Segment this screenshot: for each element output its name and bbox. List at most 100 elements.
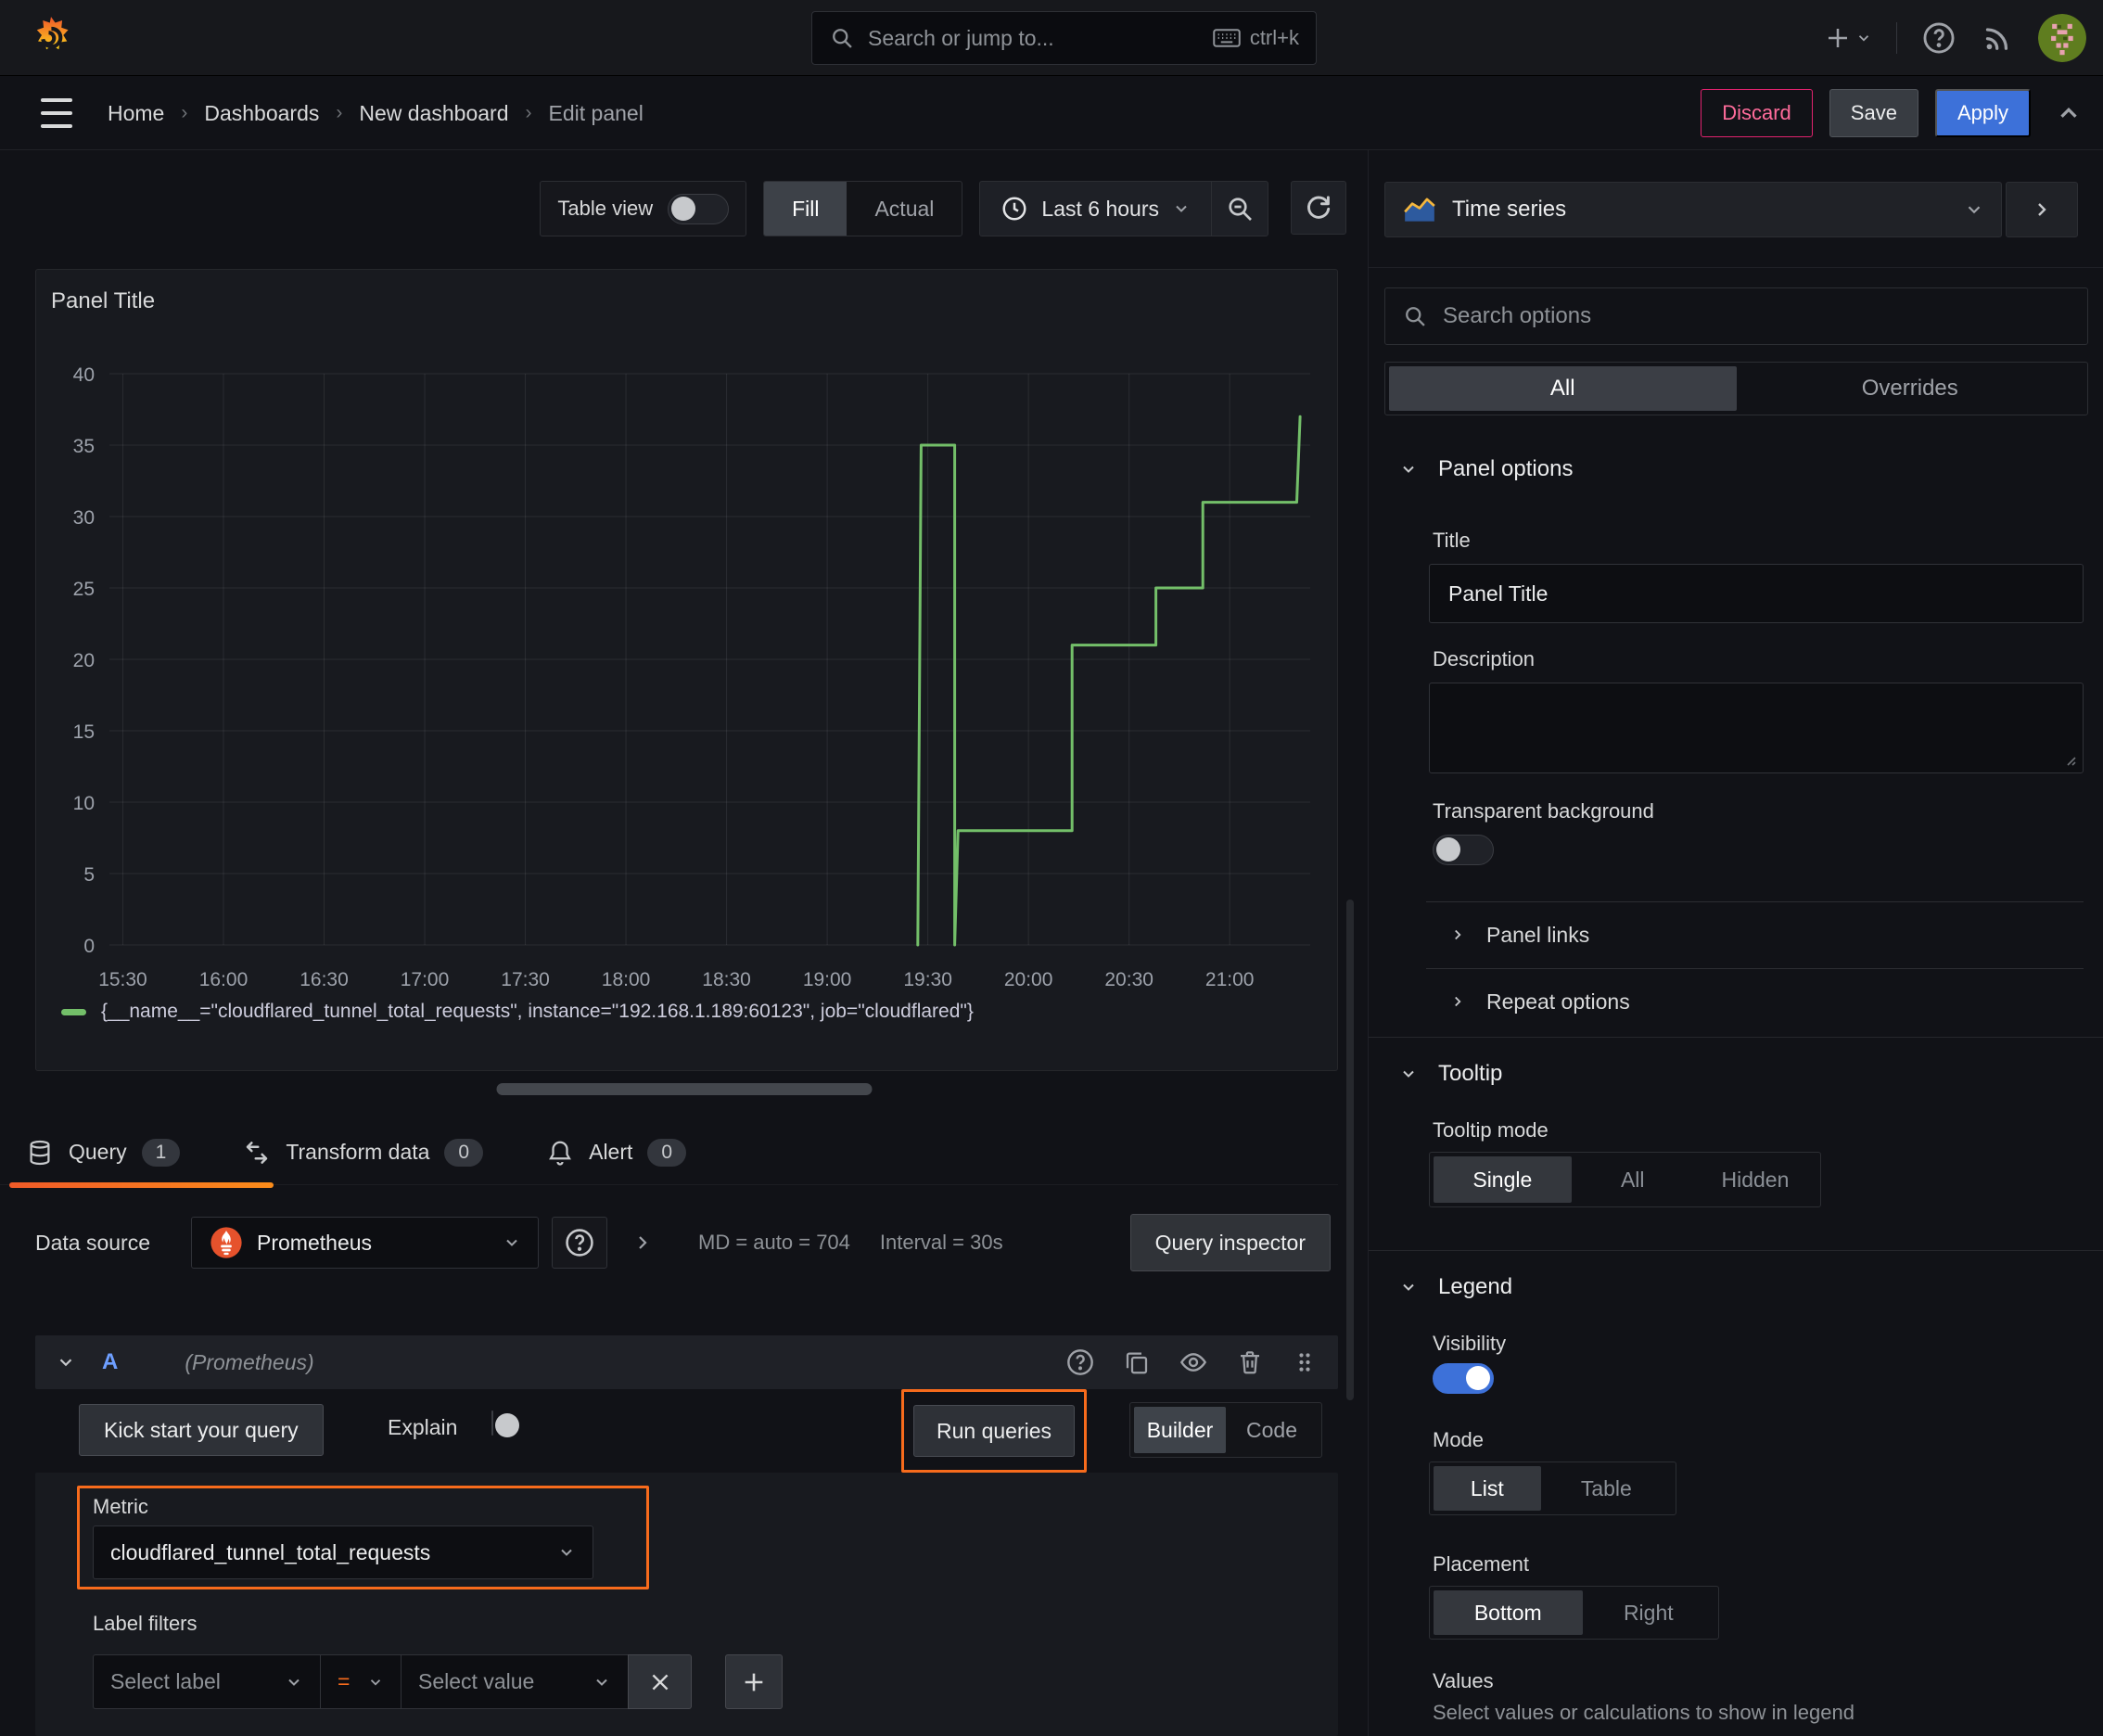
table-view-toggle[interactable] [668,193,730,224]
select-label-dropdown[interactable]: Select label [93,1654,320,1709]
remove-filter-icon[interactable] [628,1654,692,1709]
collapse-options-icon[interactable] [2055,99,2083,127]
time-range-picker[interactable]: Last 6 hours [980,182,1211,236]
svg-text:35: 35 [73,436,95,457]
svg-text:18:00: 18:00 [602,969,651,990]
explain-toggle[interactable] [491,1410,519,1437]
svg-text:19:30: 19:30 [903,969,952,990]
options-sidebar: Time series All Overrides Panel options [1368,150,2103,1736]
transparent-background-toggle[interactable] [1433,835,1494,865]
legend-header[interactable]: Legend [1399,1274,1512,1300]
legend-mode-table[interactable]: Table [1541,1466,1672,1511]
metric-select[interactable]: cloudflared_tunnel_total_requests [93,1525,593,1579]
tab-transform-label: Transform data [286,1140,430,1164]
duplicate-icon[interactable] [1123,1348,1151,1376]
legend-placement-bottom[interactable]: Bottom [1434,1590,1583,1635]
visualization-name: Time series [1452,197,1567,222]
search-input[interactable] [868,25,1200,51]
tooltip-mode-group: Single All Hidden [1429,1152,1821,1207]
run-queries-highlight: Run queries [901,1389,1087,1473]
tab-alert[interactable]: Alert 0 [520,1120,712,1185]
chevron-down-icon[interactable] [56,1352,76,1372]
chevron-down-icon [557,1543,576,1562]
time-range-control: Last 6 hours [979,181,1268,236]
add-filter-icon[interactable] [725,1654,783,1709]
run-queries-button[interactable]: Run queries [912,1405,1076,1457]
tooltip-mode-single[interactable]: Single [1434,1156,1572,1203]
legend-placement-right[interactable]: Right [1583,1590,1714,1635]
svg-text:40: 40 [73,364,95,386]
actual-option[interactable]: Actual [847,182,962,236]
nav-bar: Home › Dashboards › New dashboard › Edit… [0,76,2103,150]
tooltip-mode-hidden[interactable]: Hidden [1694,1156,1816,1203]
news-icon[interactable] [1981,21,2014,55]
fill-actual-switch: Fill Actual [763,181,963,236]
fill-option[interactable]: Fill [764,182,848,236]
visualization-picker[interactable]: Time series [1384,182,2002,237]
discard-button[interactable]: Discard [1701,89,1813,137]
section-divider [1369,1250,2103,1251]
datasource-picker[interactable]: Prometheus [191,1217,540,1269]
panel-title-input[interactable] [1429,564,2084,623]
title-label: Title [1433,529,1471,552]
vertical-scrollbar[interactable] [1346,900,1354,1400]
help-icon[interactable] [1921,20,1956,56]
legend-visibility-toggle[interactable] [1433,1363,1494,1394]
tab-all[interactable]: All [1389,366,1737,411]
time-range-label: Last 6 hours [1041,196,1159,221]
options-search-input[interactable] [1443,303,2071,329]
save-button[interactable]: Save [1829,89,1918,137]
grafana-logo[interactable] [28,15,74,61]
legend-series-label[interactable]: {__name__="cloudflared_tunnel_total_requ… [101,1001,974,1023]
options-tabs: All Overrides [1384,362,2088,415]
legend-mode-list[interactable]: List [1434,1466,1541,1511]
eye-icon[interactable] [1179,1347,1208,1377]
user-avatar[interactable] [2038,14,2086,62]
breadcrumb-separator: › [336,102,343,123]
options-search[interactable] [1384,287,2088,345]
apply-button[interactable]: Apply [1934,89,2031,137]
chevron-down-icon [1172,199,1191,218]
plus-icon [1824,24,1852,52]
tooltip-header[interactable]: Tooltip [1399,1061,1502,1087]
label-filter-row: Select label = Select value [93,1654,783,1709]
metric-value: cloudflared_tunnel_total_requests [110,1539,431,1564]
operator-dropdown[interactable]: = [320,1654,401,1709]
datasource-row: Data source Prometheus MD = auto = 704 I… [35,1207,1338,1278]
chevron-right-icon[interactable] [631,1232,654,1254]
breadcrumb-home[interactable]: Home [108,101,164,126]
toggle-viz-picker-icon[interactable] [2006,182,2078,237]
breadcrumb-new-dashboard[interactable]: New dashboard [359,101,508,126]
query-help-icon[interactable] [1065,1347,1095,1377]
select-value-dropdown[interactable]: Select value [401,1654,628,1709]
builder-option[interactable]: Builder [1134,1407,1226,1453]
global-search[interactable]: ctrl+k [811,11,1317,65]
tab-transform[interactable]: Transform data 0 [217,1120,509,1185]
tab-query-label: Query [69,1140,127,1164]
kickstart-button[interactable]: Kick start your query [79,1404,324,1456]
query-refid[interactable]: A [102,1349,118,1375]
breadcrumb-edit-panel: Edit panel [548,100,644,125]
timeseries-chart[interactable]: 0 5 10 15 20 25 30 35 40 15:30 16:00 16:30 17:00 17:3… [36,270,1339,1072]
resize-grip-icon[interactable] [2062,752,2077,767]
drag-handle-icon[interactable] [1292,1349,1318,1375]
trash-icon[interactable] [1236,1348,1264,1376]
zoom-out-icon[interactable] [1212,182,1268,236]
pane-resize-handle[interactable] [496,1083,872,1095]
menu-icon[interactable] [41,98,72,128]
panel-links-row[interactable]: Panel links [1449,914,1589,955]
code-option[interactable]: Code [1226,1407,1318,1453]
refresh-icon[interactable] [1291,181,1346,235]
breadcrumb-dashboards[interactable]: Dashboards [204,101,319,126]
svg-text:20: 20 [73,650,95,671]
datasource-help-icon[interactable] [552,1217,608,1269]
description-textarea[interactable] [1429,683,2084,773]
panel-options-header[interactable]: Panel options [1399,456,1573,482]
svg-text:15:30: 15:30 [98,969,147,990]
tooltip-mode-all[interactable]: All [1572,1156,1694,1203]
repeat-options-row[interactable]: Repeat options [1449,981,1630,1022]
new-menu-button[interactable] [1824,24,1872,52]
query-inspector-button[interactable]: Query inspector [1129,1214,1331,1271]
tab-overrides[interactable]: Overrides [1737,366,2084,411]
tab-query[interactable]: Query 1 [0,1120,274,1188]
